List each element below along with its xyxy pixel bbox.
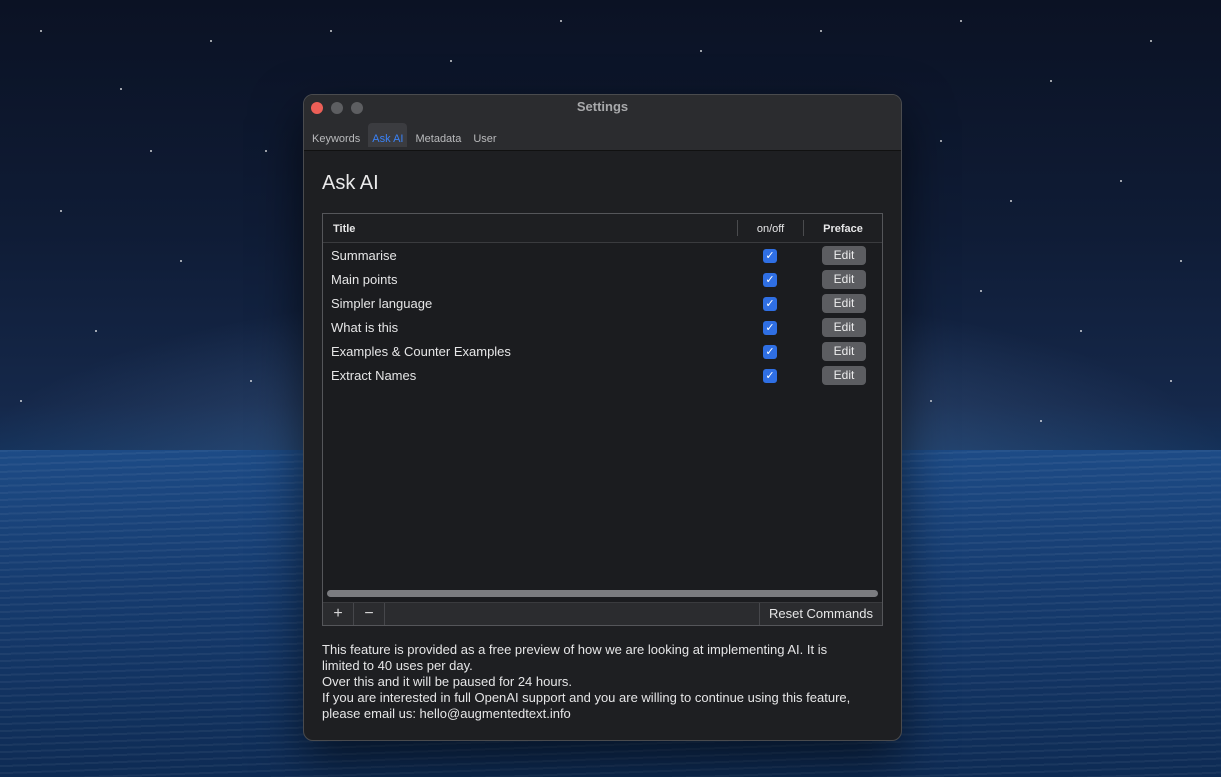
table-row[interactable]: Simpler language ✓ Edit	[323, 292, 882, 316]
settings-tabs: Keywords Ask AI Metadata User	[308, 123, 505, 147]
remove-command-button[interactable]: −	[354, 603, 385, 625]
info-line: If you are interested in full OpenAI sup…	[322, 690, 851, 705]
enabled-checkbox[interactable]: ✓	[763, 273, 777, 287]
enabled-checkbox[interactable]: ✓	[763, 345, 777, 359]
title-bar: Settings Keywords Ask AI Metadata User	[304, 95, 901, 151]
table-row[interactable]: Main points ✓ Edit	[323, 268, 882, 292]
info-line: please email us: hello@augmentedtext.inf…	[322, 706, 571, 721]
window-title: Settings	[576, 99, 629, 114]
edit-preface-button[interactable]: Edit	[822, 270, 866, 289]
tab-user[interactable]: User	[469, 123, 500, 147]
table-row[interactable]: Summarise ✓ Edit	[323, 244, 882, 268]
tab-ask-ai[interactable]: Ask AI	[368, 123, 408, 147]
add-command-button[interactable]: +	[323, 603, 354, 625]
row-title: Examples & Counter Examples	[331, 344, 511, 359]
page-title: Ask AI	[322, 172, 379, 194]
table-footer: + − Reset Commands	[323, 602, 882, 625]
reset-commands-button[interactable]: Reset Commands	[759, 603, 882, 625]
enabled-checkbox[interactable]: ✓	[763, 369, 777, 383]
enabled-checkbox[interactable]: ✓	[763, 249, 777, 263]
column-header-onoff[interactable]: on/off	[738, 223, 803, 235]
edit-preface-button[interactable]: Edit	[822, 366, 866, 385]
horizontal-scrollbar[interactable]	[325, 588, 880, 598]
settings-window: Settings Keywords Ask AI Metadata User A…	[303, 94, 902, 741]
enabled-checkbox[interactable]: ✓	[763, 321, 777, 335]
row-title: Extract Names	[331, 368, 417, 383]
enabled-checkbox[interactable]: ✓	[763, 297, 777, 311]
row-title: Main points	[331, 272, 398, 287]
commands-table: Title on/off Preface Summarise ✓ Edit Ma…	[322, 213, 883, 626]
table-row[interactable]: Examples & Counter Examples ✓ Edit	[323, 340, 882, 364]
edit-preface-button[interactable]: Edit	[822, 294, 866, 313]
scrollbar-thumb[interactable]	[327, 590, 878, 597]
tab-keywords[interactable]: Keywords	[308, 123, 364, 147]
tab-metadata[interactable]: Metadata	[411, 123, 465, 147]
row-title: Summarise	[331, 248, 397, 263]
edit-preface-button[interactable]: Edit	[822, 318, 866, 337]
edit-preface-button[interactable]: Edit	[822, 246, 866, 265]
table-row[interactable]: What is this ✓ Edit	[323, 316, 882, 340]
info-text: This feature is provided as a free previ…	[322, 642, 892, 722]
column-header-preface[interactable]: Preface	[804, 223, 882, 235]
info-line: This feature is provided as a free previ…	[322, 642, 828, 657]
row-title: What is this	[331, 320, 399, 335]
info-line: limited to 40 uses per day.	[322, 658, 473, 673]
table-header: Title on/off Preface	[323, 214, 882, 243]
row-title: Simpler language	[331, 296, 433, 311]
table-row[interactable]: Extract Names ✓ Edit	[323, 364, 882, 388]
edit-preface-button[interactable]: Edit	[822, 342, 866, 361]
column-header-title[interactable]: Title	[333, 223, 355, 235]
info-line: Over this and it will be paused for 24 h…	[322, 674, 573, 689]
